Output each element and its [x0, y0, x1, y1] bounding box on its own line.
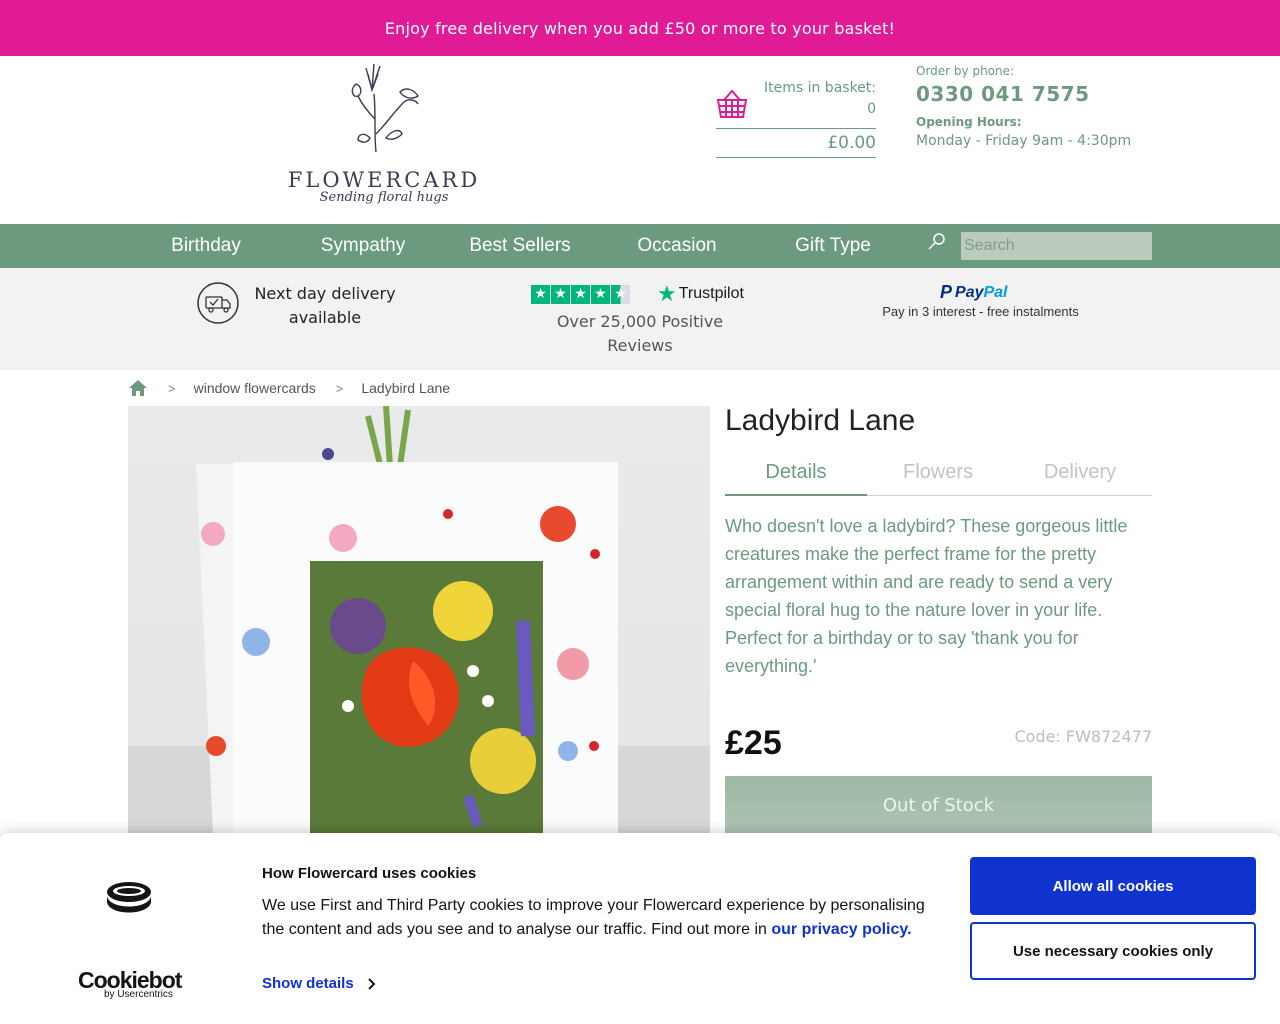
product-image[interactable] — [128, 406, 710, 834]
cookiebot-brand-sub: by Usercentrics — [104, 989, 173, 1000]
privacy-policy-link[interactable]: our privacy policy. — [771, 921, 911, 938]
nav-item-best-sellers[interactable]: Best Sellers — [454, 224, 586, 268]
basket-icon — [716, 89, 748, 118]
breadcrumb: > window flowercards > Ladybird Lane — [128, 378, 450, 398]
opening-hours-label: Opening Hours: — [916, 115, 1022, 129]
trustpilot-logo[interactable]: ★ Trustpilot — [657, 281, 744, 306]
basket-count: 0 — [867, 101, 876, 117]
necessary-cookies-button[interactable]: Use necessary cookies only — [970, 922, 1256, 980]
product-price: £25 — [725, 724, 782, 762]
half-star-icon: ★ — [611, 285, 630, 304]
allow-all-cookies-button[interactable]: Allow all cookies — [970, 857, 1256, 915]
reviews-count-text: Over 25,000 Positive Reviews — [556, 312, 724, 355]
product-code: Code: FW872477 — [1014, 727, 1152, 746]
breadcrumb-link-window-flowercards[interactable]: window flowercards — [194, 380, 316, 396]
paypal-word-pal: Pal — [983, 283, 1008, 301]
main-nav: Birthday Sympathy Best Sellers Occasion … — [0, 224, 1280, 268]
product-photo — [128, 406, 710, 834]
chevron-right-icon: > — [168, 380, 176, 396]
star-icon: ★ — [571, 285, 590, 304]
order-by-phone-label: Order by phone: — [916, 64, 1015, 78]
contact-info: Order by phone: 0330 041 7575 Opening Ho… — [916, 64, 1131, 149]
basket-divider — [716, 157, 876, 158]
logo[interactable]: FLOWERCARD Sending floral hugs — [286, 64, 482, 209]
home-icon[interactable] — [128, 379, 148, 397]
show-details-label: Show details — [262, 975, 354, 992]
logo-tagline: Sending floral hugs — [319, 190, 449, 205]
cookie-banner: Cookiebot by Usercentrics How Flowercard… — [0, 833, 1280, 1024]
nav-item-gift-type[interactable]: Gift Type — [767, 224, 899, 268]
tab-flowers[interactable]: Flowers — [867, 456, 1009, 496]
product-description: Who doesn't love a ladybird? These gorge… — [725, 516, 1128, 676]
nav-item-occasion[interactable]: Occasion — [611, 224, 743, 268]
paypal-icon: P — [940, 282, 953, 302]
nav-item-birthday[interactable]: Birthday — [140, 224, 272, 268]
cookiebot-icon — [107, 882, 151, 913]
flower-logo-icon — [351, 64, 419, 153]
promo-banner: Enjoy free delivery when you add £50 or … — [0, 0, 1280, 56]
breadcrumb-current: Ladybird Lane — [361, 380, 451, 396]
chevron-right-icon — [367, 977, 376, 990]
cookie-banner-title: How Flowercard uses cookies — [262, 865, 477, 882]
paypal-word-pay: Pay — [955, 283, 984, 301]
trustpilot-rating-stars: ★ ★ ★ ★ ★ — [531, 285, 630, 304]
delivery-van-icon — [197, 282, 239, 324]
star-icon: ★ — [551, 285, 570, 304]
site-header: FLOWERCARD Sending floral hugs Items in … — [0, 56, 1280, 224]
trustpilot-brand: Trustpilot — [678, 285, 744, 302]
show-details-link[interactable]: Show details — [262, 975, 376, 992]
search-icon[interactable] — [926, 232, 946, 252]
trust-bar: Next day delivery available ★ ★ ★ ★ ★ ★ … — [0, 268, 1280, 370]
basket-total: £0.00 — [827, 133, 876, 153]
star-icon: ★ — [531, 285, 550, 304]
opening-hours-value: Monday - Friday 9am - 4:30pm — [916, 133, 1132, 149]
tab-delivery[interactable]: Delivery — [1009, 456, 1151, 496]
nav-item-sympathy[interactable]: Sympathy — [297, 224, 429, 268]
basket-divider — [716, 128, 876, 129]
logo-wordmark: FLOWERCARD — [287, 168, 481, 192]
product-title: Ladybird Lane — [725, 404, 916, 437]
search-input[interactable] — [961, 232, 1152, 260]
next-day-delivery-text: Next day delivery available — [254, 284, 396, 327]
greenery-top — [322, 406, 411, 467]
trustpilot-star-icon: ★ — [657, 281, 677, 306]
out-of-stock-button[interactable]: Out of Stock — [725, 776, 1152, 834]
star-icon: ★ — [591, 285, 610, 304]
promo-text: Enjoy free delivery when you add £50 or … — [384, 18, 896, 38]
basket-label: Items in basket: — [763, 80, 876, 96]
paypal-logo: P PayPal — [940, 282, 1008, 303]
product-tabs: Details Flowers Delivery — [725, 456, 1152, 496]
chevron-right-icon: > — [335, 380, 344, 396]
phone-number[interactable]: 0330 041 7575 — [916, 82, 1131, 106]
paypal-instalments-text: Pay in 3 interest - free instalments — [882, 304, 1079, 319]
cookie-banner-text: We use First and Third Party cookies to … — [262, 894, 942, 942]
tab-details[interactable]: Details — [725, 456, 867, 496]
basket-summary[interactable]: Items in basket: 0 £0.00 — [716, 80, 876, 158]
